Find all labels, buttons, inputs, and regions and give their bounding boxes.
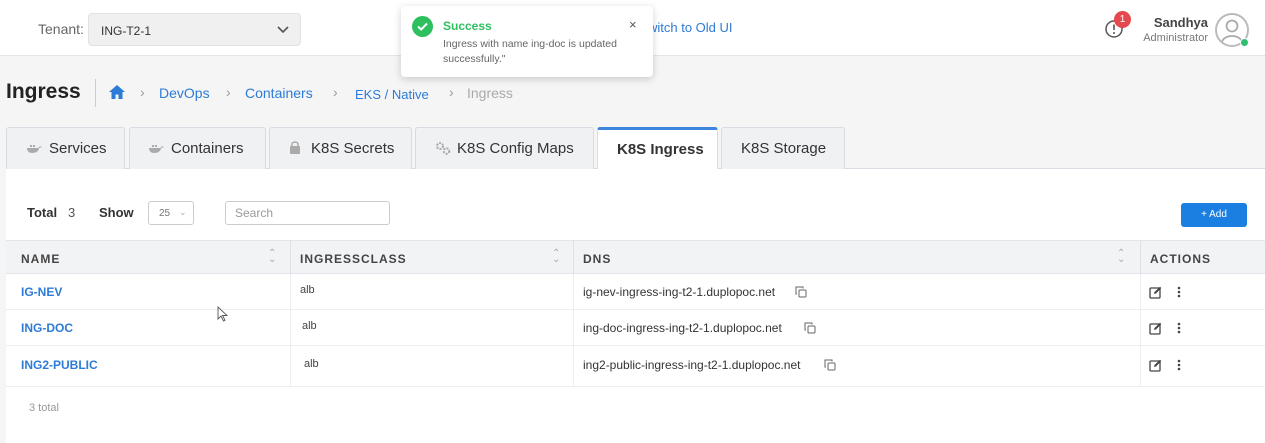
ingress-name-link[interactable]: IG-NEV — [21, 285, 62, 299]
edit-icon[interactable] — [1149, 286, 1162, 299]
tenant-select[interactable]: ING-T2-1 — [88, 13, 301, 46]
column-header-ingressclass[interactable]: INGRESSCLASS — [300, 252, 407, 266]
breadcrumb-separator: › — [333, 84, 338, 100]
page-size-select[interactable]: 25 ⌄ — [148, 201, 194, 225]
lock-icon — [290, 141, 300, 154]
table-footer-total: 3 total — [29, 402, 59, 414]
copy-icon[interactable] — [824, 359, 836, 371]
sort-icon[interactable]: ⌃ ⌄ — [268, 249, 276, 265]
title-divider — [95, 79, 96, 107]
page-title: Ingress — [6, 80, 81, 103]
table-row: ING-DOC alb ing-doc-ingress-ing-t2-1.dup… — [6, 310, 1265, 346]
dns-cell: ing2-public-ingress-ing-t2-1.duplopoc.ne… — [583, 358, 801, 372]
tab-label: K8S Storage — [741, 140, 827, 157]
breadcrumb-containers[interactable]: Containers — [245, 85, 313, 101]
toast-title: Success — [443, 19, 492, 33]
table-row: ING2-PUBLIC alb ing2-public-ingress-ing-… — [6, 346, 1265, 387]
tab-k8s-ingress[interactable]: K8S Ingress — [597, 127, 718, 170]
chevron-down-icon: ⌄ — [179, 207, 187, 217]
column-divider — [1140, 241, 1141, 275]
tab-k8s-secrets[interactable]: K8S Secrets — [269, 127, 412, 169]
more-vertical-icon[interactable] — [1176, 320, 1182, 336]
ingress-name-link[interactable]: ING2-PUBLIC — [21, 358, 98, 372]
tab-label: K8S Secrets — [311, 140, 395, 157]
docker-icon — [27, 145, 42, 153]
docker-icon — [149, 145, 164, 153]
column-header-name[interactable]: NAME — [21, 252, 60, 266]
alert-count-badge: 1 — [1114, 11, 1131, 28]
switch-old-ui-link[interactable]: witch to Old UI — [648, 20, 733, 35]
sort-icon[interactable]: ⌃ ⌄ — [552, 249, 560, 265]
dns-cell: ing-doc-ingress-ing-t2-1.duplopoc.net — [583, 321, 782, 335]
tab-k8s-storage[interactable]: K8S Storage — [721, 127, 845, 169]
check-circle-icon — [412, 16, 433, 37]
breadcrumb-current: Ingress — [467, 85, 513, 101]
mouse-cursor-icon — [217, 306, 229, 322]
tab-k8s-config-maps[interactable]: K8S Config Maps — [415, 127, 594, 169]
breadcrumb-separator: › — [140, 84, 145, 100]
copy-icon[interactable] — [804, 322, 816, 334]
table-header: NAME ⌃ ⌄ INGRESSCLASS ⌃ ⌄ DNS ⌃ ⌄ ACTIONS — [6, 240, 1265, 275]
success-toast: Success Ingress with name ing-doc is upd… — [401, 6, 653, 77]
toast-message: Ingress with name ing-doc is updated suc… — [443, 38, 617, 65]
breadcrumb-separator: › — [449, 84, 454, 100]
tab-containers[interactable]: Containers — [129, 127, 266, 169]
sort-icon[interactable]: ⌃ ⌄ — [1117, 249, 1125, 265]
tab-label: Services — [49, 140, 107, 157]
ingressclass-cell: alb — [300, 284, 315, 296]
show-label: Show — [99, 205, 134, 220]
search-input[interactable] — [225, 201, 390, 225]
add-button[interactable]: + Add — [1181, 203, 1247, 227]
column-header-dns[interactable]: DNS — [583, 252, 611, 266]
table-row: IG-NEV alb ig-nev-ingress-ing-t2-1.duplo… — [6, 274, 1265, 310]
tenant-label: Tenant: — [38, 21, 84, 37]
more-vertical-icon[interactable] — [1176, 284, 1182, 300]
tenant-value: ING-T2-1 — [101, 24, 152, 38]
online-status-dot — [1240, 38, 1249, 47]
tab-label: K8S Ingress — [617, 141, 704, 158]
edit-icon[interactable] — [1149, 322, 1162, 335]
breadcrumb-eks-native[interactable]: EKS / Native — [355, 87, 429, 102]
breadcrumb-devops[interactable]: DevOps — [159, 85, 210, 101]
home-icon[interactable] — [108, 84, 126, 100]
column-header-actions: ACTIONS — [1150, 252, 1211, 266]
gears-icon — [436, 142, 451, 155]
ingress-name-link[interactable]: ING-DOC — [21, 321, 73, 335]
close-icon[interactable]: × — [629, 17, 637, 32]
ingressclass-cell: alb — [302, 320, 317, 332]
ingressclass-cell: alb — [304, 358, 319, 370]
column-divider — [573, 241, 574, 275]
tab-label: K8S Config Maps — [457, 140, 574, 157]
more-vertical-icon[interactable] — [1176, 357, 1182, 373]
total-value: 3 — [68, 205, 76, 220]
dns-cell: ig-nev-ingress-ing-t2-1.duplopoc.net — [583, 285, 776, 299]
column-divider — [290, 241, 291, 275]
user-name: Sandhya — [1153, 15, 1208, 30]
user-role: Administrator — [1143, 32, 1208, 44]
tab-label: Containers — [171, 140, 244, 157]
chevron-down-icon — [277, 26, 289, 34]
tab-services[interactable]: Services — [6, 127, 125, 169]
total-label: Total — [27, 205, 58, 220]
breadcrumb-separator: › — [226, 84, 231, 100]
edit-icon[interactable] — [1149, 359, 1162, 372]
page-size-value: 25 — [159, 208, 171, 219]
ingress-panel: Total 3 Show 25 ⌄ + Add NAME ⌃⌄ INGRESSC… — [6, 169, 1265, 443]
copy-icon[interactable] — [795, 286, 807, 298]
